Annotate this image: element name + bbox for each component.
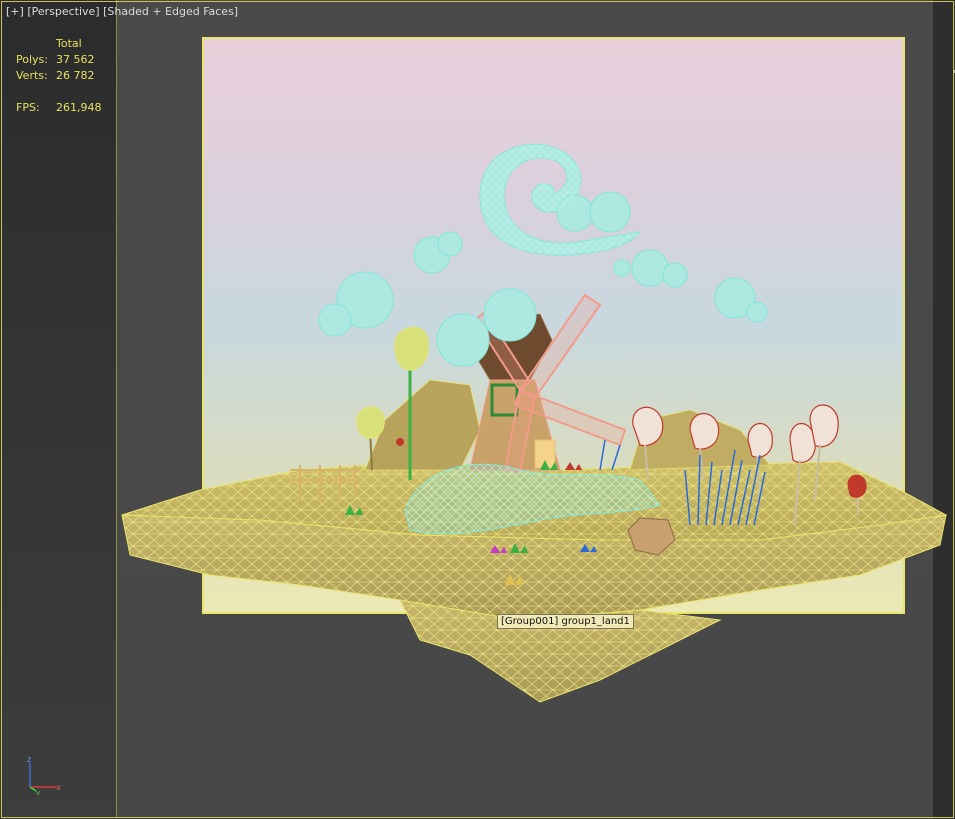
verts-label: Verts: — [16, 69, 48, 82]
object-tooltip: [Group001] group1_land1 — [497, 614, 634, 629]
viewport-general-menu[interactable]: [+] — [6, 5, 24, 18]
cloud-small-3[interactable] — [613, 249, 688, 288]
polys-label: Polys: — [16, 53, 48, 66]
z-axis-label: z — [27, 755, 31, 764]
cloud-small-4[interactable] — [714, 277, 768, 323]
viewport-shading-menu[interactable]: [Shaded + Edged Faces] — [103, 5, 238, 18]
cloud-small-1[interactable] — [413, 231, 463, 274]
verts-value: 26 782 — [56, 69, 95, 82]
axis-gizmo: z x y — [27, 755, 61, 795]
fps-label: FPS: — [16, 101, 40, 114]
perspective-viewport[interactable]: [+] [Perspective] [Shaded + Edged Faces]… — [0, 0, 955, 819]
statistics-overlay: Total Polys: 37 562 Verts: 26 782 FPS: 261,… — [16, 36, 102, 116]
cloud-small-2[interactable] — [318, 271, 394, 337]
polys-value: 37 562 — [56, 53, 95, 66]
viewport-point-of-view-menu[interactable]: [Perspective] — [27, 5, 99, 18]
fps-value: 261,948 — [56, 101, 102, 114]
y-axis-label: y — [36, 789, 40, 795]
viewport-label-menu[interactable]: [+] [Perspective] [Shaded + Edged Faces] — [6, 5, 238, 18]
stats-header: Total — [56, 37, 82, 50]
scene-objects[interactable] — [0, 0, 955, 819]
x-axis-label: x — [56, 783, 61, 792]
